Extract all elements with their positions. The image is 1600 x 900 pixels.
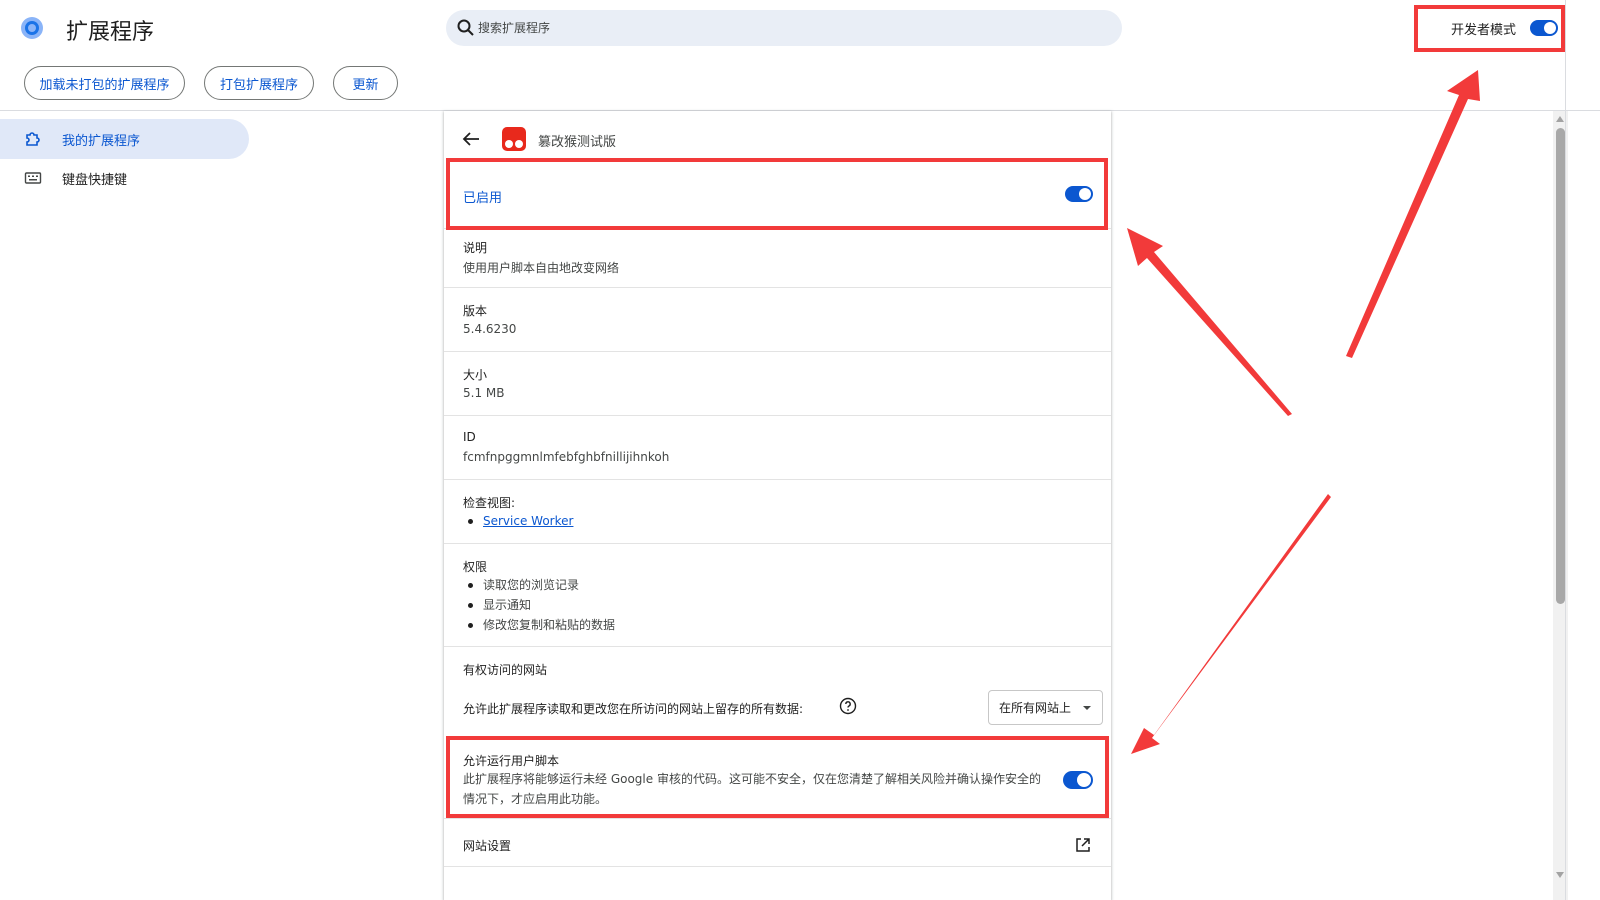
dev-mode-label: 开发者模式 [1451,23,1517,38]
tampermonkey-icon [502,127,526,151]
list-item: 显示通知 [463,595,615,615]
extension-enabled-toggle[interactable] [1065,186,1093,202]
help-icon[interactable] [839,697,857,715]
extension-detail-card: 篡改猴测试版 已启用 说明 使用用户脚本自由地改变网络 版本 5.4.6230 … [444,111,1111,900]
service-worker-link[interactable]: Service Worker [483,514,573,528]
version-label: 版本 [463,304,488,318]
search-bar[interactable] [446,10,1122,46]
search-input[interactable] [478,10,1098,46]
annotation-arrow-enabled [1127,228,1292,416]
version-value: 5.4.6230 [463,322,517,336]
id-value: fcmfnpggmnlmfebfghbfnillijihnkoh [463,450,670,464]
enabled-label: 已启用 [463,191,503,206]
annotation-arrow-user-scripts [1131,494,1331,754]
chevron-down-icon [1083,706,1091,710]
list-item: Service Worker [463,511,573,531]
size-label: 大小 [463,368,488,382]
inspect-views-list: Service Worker [463,511,573,531]
user-scripts-label: 允许运行用户脚本 [463,754,560,768]
description-row: 说明 使用用户脚本自由地改变网络 [444,229,1111,288]
toggle-knob [1079,188,1091,200]
sidebar-item-label: 我的扩展程序 [62,133,141,149]
sidebar-item-label: 键盘快捷键 [62,172,128,188]
chrome-extensions-logo [21,17,43,39]
version-row: 版本 5.4.6230 [444,288,1111,352]
user-scripts-toggle[interactable] [1063,771,1093,789]
permissions-list: 读取您的浏览记录 显示通知 修改您复制和粘贴的数据 [463,575,615,635]
description-label: 说明 [463,241,488,255]
enabled-row: 已启用 [444,167,1111,229]
open-in-new-icon[interactable] [1075,837,1091,853]
dev-mode-toggle[interactable] [1530,20,1558,36]
load-unpacked-button[interactable]: 加载未打包的扩展程序 [24,66,185,100]
pack-extension-button[interactable]: 打包扩展程序 [204,66,314,100]
page-title: 扩展程序 [66,20,155,45]
site-access-select[interactable]: 在所有网站上 [988,690,1103,725]
site-access-select-value: 在所有网站上 [999,701,1072,715]
site-access-text: 允许此扩展程序读取和更改您在所访问的网站上留存的所有数据: [463,702,804,716]
site-settings-label: 网站设置 [463,839,512,853]
scrollbar-thumb[interactable] [1556,128,1565,604]
size-row: 大小 5.1 MB [444,352,1111,416]
site-access-label: 有权访问的网站 [463,663,548,677]
description-value: 使用用户脚本自由地改变网络 [463,261,620,275]
sidebar-item-keyboard-shortcuts[interactable]: 键盘快捷键 [0,158,249,198]
id-label: ID [463,430,476,444]
puzzle-icon [26,132,40,146]
id-row: ID fcmfnpggmnlmfebfghbfnillijihnkoh [444,416,1111,480]
inspect-views-row: 检查视图: Service Worker [444,480,1111,544]
window-edge-divider [1565,0,1566,900]
extension-name: 篡改猴测试版 [538,135,617,150]
site-settings-row[interactable]: 网站设置 [444,819,1111,867]
sidebar-item-my-extensions[interactable]: 我的扩展程序 [0,119,249,159]
search-icon [457,19,474,36]
annotation-arrow-dev-mode [1346,70,1480,358]
list-item: 读取您的浏览记录 [463,575,615,595]
toggle-knob [1544,22,1556,34]
back-arrow-icon[interactable] [462,131,480,147]
keyboard-icon [24,172,42,184]
inspect-views-label: 检查视图: [463,496,516,510]
toggle-knob [1077,773,1091,787]
scroll-up-icon[interactable] [1556,116,1564,122]
update-button[interactable]: 更新 [333,66,398,100]
list-item: 修改您复制和粘贴的数据 [463,615,615,635]
scroll-down-icon[interactable] [1556,872,1564,878]
permissions-label: 权限 [463,560,488,574]
user-scripts-description: 此扩展程序将能够运行未经 Google 审核的代码。这可能不安全，仅在您清楚了解… [463,772,1041,806]
size-value: 5.1 MB [463,386,505,400]
permissions-row: 权限 读取您的浏览记录 显示通知 修改您复制和粘贴的数据 [444,544,1111,647]
